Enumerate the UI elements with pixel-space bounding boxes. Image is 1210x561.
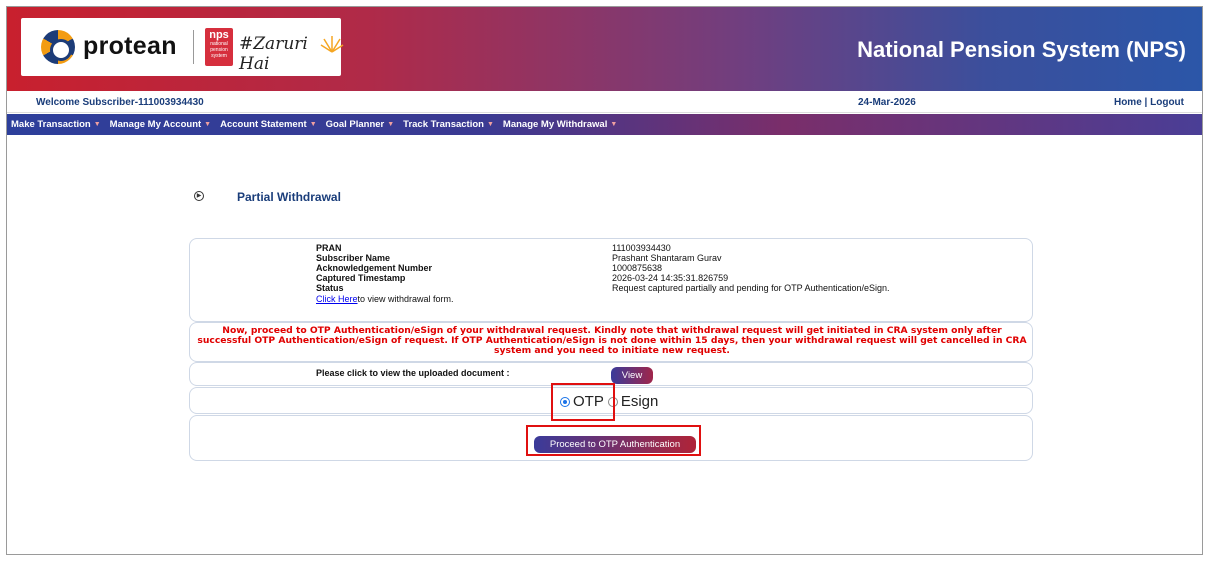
caret-down-icon: ▼ <box>204 121 212 128</box>
nav-make-transaction[interactable]: Make Transaction ▼ <box>7 114 106 135</box>
logout-link[interactable]: Logout <box>1150 97 1184 108</box>
timestamp-label: Captured Timestamp <box>316 273 406 283</box>
site-header: protean nps national pension system #Zar… <box>7 7 1202 91</box>
nav-label: Make Transaction <box>11 119 91 130</box>
status-value: Request captured partially and pending f… <box>612 283 890 293</box>
esign-label[interactable]: Esign <box>621 393 659 410</box>
subscriber-name-value: Prashant Shantaram Gurav <box>612 253 722 263</box>
protean-logo-icon <box>41 30 75 64</box>
nav-manage-my-withdrawal[interactable]: Manage My Withdrawal ▼ <box>499 114 622 135</box>
caret-down-icon: ▼ <box>486 121 494 128</box>
sunburst-icon <box>319 30 345 56</box>
page-title: Partial Withdrawal <box>237 190 341 204</box>
ack-number-value: 1000875638 <box>612 263 663 273</box>
pran-label: PRAN <box>316 243 342 253</box>
subscriber-name-label: Subscriber Name <box>316 253 391 263</box>
welcome-text: Welcome Subscriber-111003934430 <box>36 97 204 108</box>
proceed-highlight-box <box>526 425 701 456</box>
logo-divider <box>193 30 194 64</box>
welcome-bar: Welcome Subscriber-111003934430 24-Mar-2… <box>7 91 1202 113</box>
home-logout-links: Home | Logout <box>1114 97 1184 108</box>
nav-label: Track Transaction <box>403 119 484 130</box>
click-here-suffix: to view withdrawal form. <box>357 294 454 304</box>
current-date: 24-Mar-2026 <box>858 97 916 108</box>
nav-manage-my-account[interactable]: Manage My Account ▼ <box>106 114 216 135</box>
click-here-link[interactable]: Click Here <box>316 294 358 304</box>
status-label: Status <box>316 283 344 293</box>
ack-number-label: Acknowledgement Number <box>316 263 433 273</box>
link-separator: | <box>1141 97 1151 108</box>
main-nav: Make Transaction ▼ Manage My Account ▼ Acc… <box>7 114 1202 135</box>
caret-down-icon: ▼ <box>93 121 101 128</box>
otp-highlight-box <box>551 383 615 421</box>
nps-logo-icon: nps national pension system <box>205 28 233 66</box>
caret-down-icon: ▼ <box>387 121 395 128</box>
document-label: Please click to view the uploaded docume… <box>316 368 510 378</box>
withdrawal-notice: Now, proceed to OTP Authentication/eSign… <box>197 325 1027 356</box>
nav-goal-planner[interactable]: Goal Planner ▼ <box>322 114 400 135</box>
view-form-row: Click Hereto view withdrawal form. <box>316 294 454 304</box>
caret-down-icon: ▼ <box>610 121 618 128</box>
timestamp-value: 2026-03-24 14:35:31.826759 <box>612 273 729 283</box>
view-document-button[interactable]: View <box>611 367 653 384</box>
nav-label: Goal Planner <box>325 119 385 130</box>
site-title: National Pension System (NPS) <box>857 37 1186 62</box>
nav-account-statement[interactable]: Account Statement ▼ <box>216 114 322 135</box>
nps-badge-text: nps <box>209 29 229 41</box>
browser-page: protean nps national pension system #Zar… <box>6 6 1203 555</box>
nav-label: Manage My Withdrawal <box>502 119 608 130</box>
home-link[interactable]: Home <box>1114 97 1142 108</box>
logo-panel: protean nps national pension system #Zar… <box>21 18 344 76</box>
nav-track-transaction[interactable]: Track Transaction ▼ <box>399 114 499 135</box>
pran-value: 111003934430 <box>612 243 671 253</box>
withdrawal-details-panel: PRAN 111003934430 Subscriber Name Prasha… <box>189 238 1033 322</box>
protean-brand: protean <box>83 32 177 60</box>
circle-arrow-icon: ▶ <box>194 191 204 201</box>
nps-badge-subtext: national pension system <box>210 41 228 59</box>
caret-down-icon: ▼ <box>309 121 317 128</box>
nav-label: Account Statement <box>220 119 307 130</box>
notice-panel: Now, proceed to OTP Authentication/eSign… <box>189 322 1033 362</box>
nav-label: Manage My Account <box>109 119 202 130</box>
